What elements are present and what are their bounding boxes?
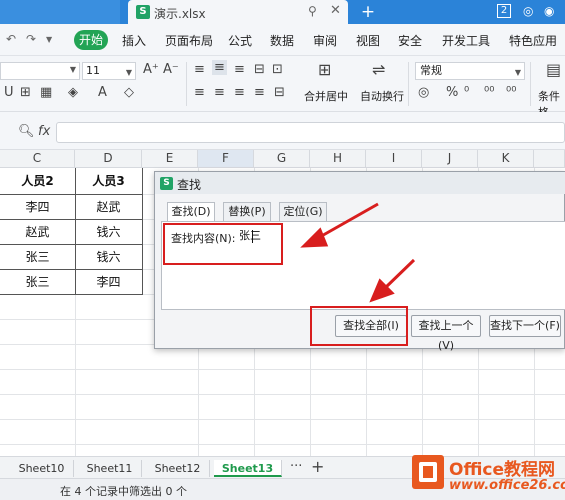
watermark-url: www.office26.com <box>449 478 565 493</box>
sheet-tab-11[interactable]: Sheet11 <box>78 460 142 477</box>
arrow-to-input <box>300 202 379 248</box>
watermark-title: Office教程网 <box>449 460 556 480</box>
sheet-tab-10[interactable]: Sheet10 <box>10 460 74 477</box>
more-sheets-icon[interactable]: ··· <box>290 459 302 474</box>
annotation-arrows <box>300 202 416 303</box>
status-text: 在 4 个记录中筛选出 0 个 <box>60 485 187 498</box>
office-logo-icon <box>412 455 444 489</box>
add-sheet-icon[interactable]: + <box>311 457 324 476</box>
sheet-tab-12[interactable]: Sheet12 <box>146 460 210 477</box>
arrow-to-button <box>369 258 416 303</box>
logo-frame <box>419 462 437 482</box>
sheet-tab-13[interactable]: Sheet13 <box>214 460 282 477</box>
